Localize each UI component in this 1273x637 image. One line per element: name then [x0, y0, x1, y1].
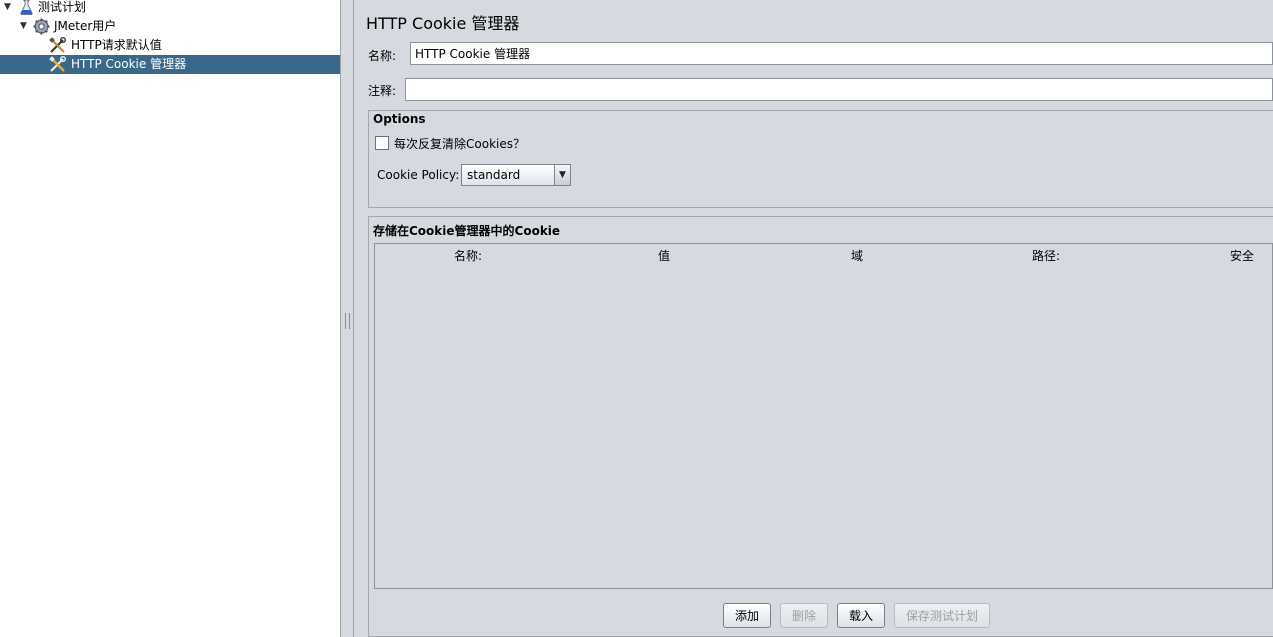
config-tools-icon	[49, 56, 66, 72]
divider-grip-icon[interactable]	[345, 313, 350, 329]
thread-group-gear-icon	[33, 18, 50, 35]
cookie-manager-panel: HTTP Cookie 管理器 名称: 注释: Options 每次反复清除Co…	[354, 0, 1273, 637]
cookie-policy-select[interactable]: standard ▼	[461, 164, 571, 186]
comment-field[interactable]	[405, 78, 1273, 101]
column-header-path[interactable]: 路径:	[1032, 247, 1060, 264]
name-label: 名称:	[368, 49, 397, 63]
collapse-arrow-icon[interactable]: ▼	[4, 0, 11, 17]
cookie-policy-value: standard	[467, 168, 521, 182]
column-header-name[interactable]: 名称:	[454, 247, 482, 264]
comment-label: 注释:	[368, 84, 397, 98]
column-header-value[interactable]: 值	[658, 247, 670, 264]
collapse-arrow-icon[interactable]: ▼	[20, 17, 27, 36]
page-title: HTTP Cookie 管理器	[366, 14, 520, 33]
test-plan-tree[interactable]: ▼ 测试计划 ▼ JMeter用户 HTTP请求默认值 HTTP Cookie …	[0, 0, 341, 637]
options-title: Options	[373, 112, 426, 126]
tree-item-label: 测试计划	[38, 0, 87, 14]
stored-cookies-title: 存储在Cookie管理器中的Cookie	[373, 224, 561, 238]
tree-item-label: HTTP Cookie 管理器	[71, 57, 187, 71]
tree-item-http-cookie-manager[interactable]: HTTP Cookie 管理器	[0, 55, 340, 74]
dropdown-arrow-icon[interactable]: ▼	[554, 165, 570, 185]
load-button[interactable]: 载入	[837, 603, 885, 628]
options-group	[368, 110, 1273, 208]
tree-item-label: JMeter用户	[54, 19, 117, 33]
delete-button[interactable]: 删除	[780, 603, 828, 628]
clear-cookies-checkbox[interactable]	[375, 136, 389, 150]
test-plan-flask-icon	[20, 0, 33, 15]
config-tools-icon	[49, 37, 66, 53]
split-pane-divider[interactable]	[341, 0, 354, 637]
name-field[interactable]	[410, 42, 1273, 65]
tree-item-label: HTTP请求默认值	[71, 38, 162, 52]
cookie-table[interactable]: 名称: 值 域 路径: 安全	[374, 243, 1273, 589]
column-header-domain[interactable]: 域	[851, 247, 863, 264]
column-header-secure[interactable]: 安全	[1230, 247, 1254, 264]
add-button[interactable]: 添加	[723, 603, 771, 628]
cookie-policy-label: Cookie Policy:	[377, 168, 460, 182]
save-test-plan-button[interactable]: 保存测试计划	[894, 603, 990, 628]
clear-cookies-label: 每次反复清除Cookies？	[394, 137, 525, 151]
